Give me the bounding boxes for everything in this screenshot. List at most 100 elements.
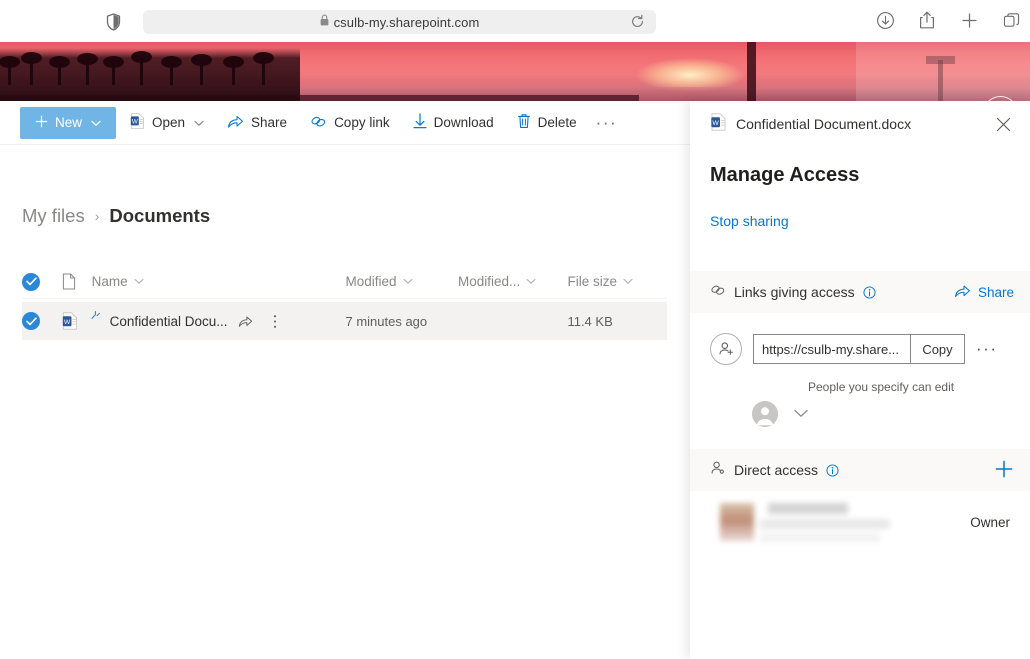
avatar[interactable] bbox=[752, 401, 778, 427]
redacted-user-identity bbox=[710, 498, 890, 546]
downloads-icon[interactable] bbox=[874, 9, 896, 31]
copy-link-label: Copy link bbox=[334, 115, 390, 130]
new-button-label: New bbox=[54, 115, 82, 130]
trash-icon bbox=[517, 113, 531, 132]
add-people-button[interactable] bbox=[994, 459, 1014, 482]
svg-text:W: W bbox=[64, 319, 71, 326]
more-commands-button[interactable]: ··· bbox=[586, 113, 627, 133]
sharing-indicator-icon bbox=[91, 307, 102, 325]
links-section-label: Links giving access bbox=[734, 284, 855, 300]
delete-button[interactable]: Delete bbox=[508, 107, 586, 139]
file-list-header: Name Modified Modified... File size bbox=[22, 265, 667, 299]
person-icon bbox=[710, 460, 726, 480]
direct-access-label: Direct access bbox=[734, 462, 819, 478]
question-mark-icon[interactable] bbox=[933, 84, 981, 101]
panel-file-info: W Confidential Document.docx bbox=[710, 112, 990, 136]
download-button[interactable]: Download bbox=[404, 107, 503, 139]
new-button[interactable]: New bbox=[20, 106, 116, 139]
breadcrumb-separator: › bbox=[94, 208, 100, 224]
banner-pole bbox=[747, 42, 756, 101]
share-action-label: Share bbox=[977, 284, 1014, 300]
chevron-down-icon bbox=[526, 278, 536, 284]
share-button[interactable]: Share bbox=[954, 283, 1014, 301]
link-icon bbox=[710, 283, 726, 302]
plus-icon bbox=[994, 459, 1014, 482]
open-button[interactable]: W Open bbox=[121, 107, 213, 139]
list-item[interactable]: Owner bbox=[690, 491, 1030, 553]
manage-access-panel: W Confidential Document.docx Manage Acce… bbox=[690, 101, 1030, 659]
svg-text:W: W bbox=[712, 119, 719, 126]
new-tab-icon[interactable] bbox=[958, 9, 980, 31]
row-checkbox[interactable] bbox=[22, 312, 62, 330]
file-type-column-icon[interactable] bbox=[62, 273, 92, 290]
share-label: Share bbox=[251, 115, 288, 130]
table-row[interactable]: W Confidential Docu... 7 minutes ago 11.… bbox=[22, 302, 667, 340]
share-icon[interactable] bbox=[916, 9, 938, 31]
copy-link-button[interactable]: Copy link bbox=[301, 107, 399, 139]
page-title: Manage Access bbox=[710, 164, 860, 186]
link-permission-text: People you specify can edit bbox=[808, 380, 955, 394]
column-header-name[interactable]: Name bbox=[92, 274, 346, 289]
word-file-icon: W bbox=[710, 112, 727, 136]
link-icon bbox=[310, 114, 327, 132]
info-icon[interactable] bbox=[863, 285, 876, 299]
tab-overview-icon[interactable] bbox=[1000, 9, 1022, 31]
column-label: File size bbox=[567, 274, 617, 289]
role-label: Owner bbox=[970, 514, 1010, 530]
command-bar: New W Open Share Copy link Download Dele… bbox=[0, 101, 690, 145]
copy-button[interactable]: Copy bbox=[911, 334, 965, 364]
link-recipients-row bbox=[690, 401, 1030, 427]
chevron-down-icon bbox=[402, 278, 413, 284]
breadcrumb-documents[interactable]: Documents bbox=[109, 205, 210, 227]
column-label: Name bbox=[91, 274, 128, 289]
breadcrumb: My files › Documents bbox=[22, 205, 210, 227]
plus-icon bbox=[35, 115, 48, 131]
panel-file-name: Confidential Document.docx bbox=[736, 116, 912, 132]
download-icon bbox=[412, 113, 427, 132]
browser-toolbar: csulb-my.sharepoint.com bbox=[0, 0, 1030, 42]
checkbox-checked-icon bbox=[22, 272, 40, 291]
file-browser: My files › Documents Name Modified Modif… bbox=[0, 145, 690, 659]
row-share-icon[interactable] bbox=[235, 314, 257, 328]
select-all-checkbox[interactable] bbox=[22, 272, 62, 291]
people-add-icon bbox=[710, 333, 742, 365]
lock-icon bbox=[320, 13, 329, 31]
open-label: Open bbox=[152, 115, 186, 130]
download-label: Download bbox=[433, 115, 494, 130]
chevron-down-icon bbox=[134, 278, 144, 284]
panel-header: W Confidential Document.docx bbox=[690, 101, 1030, 147]
svg-text:W: W bbox=[132, 118, 138, 125]
links-giving-access-section-header: Links giving access Share bbox=[690, 271, 1030, 313]
chevron-down-icon[interactable] bbox=[794, 405, 808, 423]
checkbox-checked-icon bbox=[22, 312, 40, 330]
browser-action-icons bbox=[874, 9, 1022, 31]
chevron-down-icon bbox=[91, 115, 101, 130]
breadcrumb-my-files[interactable]: My files bbox=[22, 205, 85, 227]
file-name[interactable]: Confidential Docu... bbox=[110, 314, 228, 329]
suite-header-icons bbox=[885, 84, 1030, 101]
info-icon[interactable] bbox=[826, 463, 839, 477]
column-header-file-size[interactable]: File size bbox=[567, 274, 667, 289]
row-more-actions-icon[interactable] bbox=[264, 314, 286, 329]
address-bar[interactable]: csulb-my.sharepoint.com bbox=[143, 10, 656, 34]
column-header-modified-by[interactable]: Modified... bbox=[458, 274, 567, 289]
banner-palm-silhouettes bbox=[0, 42, 300, 101]
chevron-down-icon bbox=[623, 278, 633, 284]
column-label: Modified... bbox=[457, 274, 521, 289]
word-icon: W bbox=[130, 113, 145, 132]
column-header-modified[interactable]: Modified bbox=[345, 274, 457, 289]
share-link-field[interactable]: https://csulb-my.share... bbox=[753, 334, 911, 364]
share-button[interactable]: Share bbox=[218, 107, 296, 139]
link-more-options-button[interactable]: ··· bbox=[976, 339, 997, 359]
chevron-down-icon bbox=[194, 115, 204, 130]
close-icon[interactable] bbox=[990, 111, 1016, 137]
privacy-shield-icon[interactable] bbox=[103, 11, 123, 32]
reload-icon[interactable] bbox=[630, 14, 646, 30]
word-file-icon: W bbox=[62, 312, 92, 330]
delete-label: Delete bbox=[537, 115, 577, 130]
sharepoint-header-banner: Search bbox=[0, 42, 1030, 101]
url-text: csulb-my.sharepoint.com bbox=[333, 14, 480, 30]
gear-icon[interactable] bbox=[885, 84, 933, 101]
direct-access-section-header: Direct access bbox=[690, 449, 1030, 491]
stop-sharing-link[interactable]: Stop sharing bbox=[710, 213, 789, 229]
